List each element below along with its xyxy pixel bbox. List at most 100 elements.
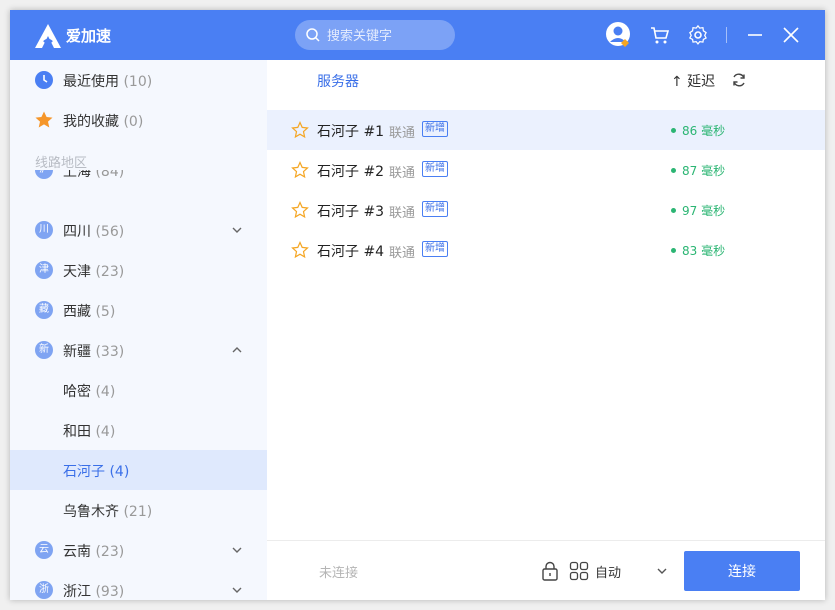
title-bar: 爱加速 <box>10 10 825 60</box>
mode-grid-icon[interactable] <box>569 561 589 581</box>
sidebar-item-label: 我的收藏 <box>63 114 119 130</box>
server-name: 石河子 #2 <box>317 164 385 180</box>
region-badge-icon: 新 <box>35 341 53 359</box>
server-isp: 联通 <box>389 166 416 181</box>
status-dot-icon <box>671 248 676 253</box>
sidebar-subitem-hetian[interactable]: 和田 (4) <box>10 410 267 450</box>
connection-status: 未连接 <box>319 566 359 581</box>
sidebar-item-label: 西藏 <box>63 304 91 320</box>
sidebar-item-label: 最近使用 <box>63 74 119 90</box>
status-dot-icon <box>671 168 676 173</box>
server-latency: 87 毫秒 <box>682 164 726 178</box>
sidebar-item-count: (33) <box>95 344 125 360</box>
gear-icon[interactable] <box>686 23 710 47</box>
chevron-down-icon[interactable] <box>232 225 242 235</box>
chevron-down-icon[interactable] <box>657 566 667 576</box>
chevron-down-icon[interactable] <box>232 545 242 555</box>
chevron-down-icon[interactable] <box>232 585 242 595</box>
region-badge-icon: 藏 <box>35 301 53 319</box>
sidebar: 最近使用 (10) 我的收藏 (0) 线路地区 沪 上海 (84) 川 四川 (… <box>10 60 267 600</box>
sidebar-subitem-urumqi[interactable]: 乌鲁木齐 (21) <box>10 490 267 530</box>
sidebar-item-label: 石河子 <box>63 464 105 480</box>
sort-latency-button[interactable]: ↑ 延迟 <box>671 71 715 91</box>
column-header-server: 服务器 <box>317 74 359 90</box>
sidebar-item-label: 云南 <box>63 544 91 560</box>
sidebar-item-count: (84) <box>95 170 125 180</box>
sidebar-item-label: 新疆 <box>63 344 91 360</box>
region-badge-icon: 津 <box>35 261 53 279</box>
favorite-star-icon[interactable] <box>291 161 309 179</box>
sidebar-item-count: (4) <box>95 424 116 440</box>
sidebar-item-shanghai[interactable]: 沪 上海 (84) <box>10 170 267 190</box>
server-name: 石河子 #3 <box>317 204 385 220</box>
titlebar-divider <box>726 27 727 43</box>
sidebar-item-count: (23) <box>95 264 125 280</box>
sidebar-item-favorites[interactable]: 我的收藏 (0) <box>10 100 267 140</box>
new-badge: 新增 <box>422 241 448 257</box>
sidebar-item-label: 乌鲁木齐 <box>63 504 119 520</box>
sidebar-item-label: 上海 <box>63 170 91 180</box>
star-filled-icon <box>35 111 53 128</box>
favorite-star-icon[interactable] <box>291 241 309 259</box>
sidebar-item-label: 和田 <box>63 424 91 440</box>
sidebar-item-count: (4) <box>109 464 130 480</box>
server-row[interactable]: 石河子 #3 联通 新增 97 毫秒 <box>267 190 825 230</box>
sidebar-item-count: (21) <box>123 504 153 520</box>
favorite-star-icon[interactable] <box>291 201 309 219</box>
sidebar-item-count: (4) <box>95 384 116 400</box>
sidebar-subitem-shihezi[interactable]: 石河子 (4) <box>10 450 267 490</box>
sidebar-item-label: 浙江 <box>63 584 91 600</box>
region-badge-icon: 沪 <box>35 170 53 179</box>
connect-button[interactable]: 连接 <box>684 551 800 591</box>
lock-icon[interactable] <box>541 561 559 581</box>
region-badge-icon: 川 <box>35 221 53 239</box>
favorite-star-icon[interactable] <box>291 121 309 139</box>
sidebar-item-recent[interactable]: 最近使用 (10) <box>10 60 267 100</box>
server-latency: 83 毫秒 <box>682 244 726 258</box>
sidebar-item-count: (0) <box>123 114 144 130</box>
app-window: 爱加速 搜索关键字 最近使用 (10) 我的收藏 (0) 线路地区 上海 (84… <box>10 10 825 600</box>
chevron-up-icon[interactable] <box>232 345 242 355</box>
search-input[interactable] <box>325 25 449 47</box>
sidebar-item-sichuan[interactable]: 川 四川 (56) <box>10 210 267 250</box>
sidebar-item-count: (23) <box>95 544 125 560</box>
region-badge-icon: 浙 <box>35 581 53 599</box>
search-icon <box>306 28 320 42</box>
app-logo-icon <box>35 24 61 48</box>
status-dot-icon <box>671 128 676 133</box>
sidebar-item-count: (93) <box>95 584 125 600</box>
refresh-icon[interactable] <box>731 72 747 88</box>
sidebar-item-label: 天津 <box>63 264 91 280</box>
server-latency: 86 毫秒 <box>682 124 726 138</box>
cart-icon[interactable] <box>648 23 672 47</box>
sidebar-item-zhejiang[interactable]: 浙 浙江 (93) <box>10 570 267 600</box>
sidebar-item-tianjin[interactable]: 津 天津 (23) <box>10 250 267 290</box>
server-isp: 联通 <box>389 206 416 221</box>
sidebar-subitem-hami[interactable]: 哈密 (4) <box>10 370 267 410</box>
sidebar-item-count: (10) <box>123 74 153 90</box>
sidebar-item-count: (5) <box>95 304 116 320</box>
user-avatar-icon[interactable] <box>606 22 632 48</box>
sidebar-item-xizang[interactable]: 藏 西藏 (5) <box>10 290 267 330</box>
server-row[interactable]: 石河子 #2 联通 新增 87 毫秒 <box>267 150 825 190</box>
clock-icon <box>35 71 53 89</box>
close-icon[interactable] <box>779 23 803 47</box>
server-name: 石河子 #4 <box>317 244 385 260</box>
server-row[interactable]: 石河子 #4 联通 新增 83 毫秒 <box>267 230 825 270</box>
sidebar-item-xinjiang[interactable]: 新 新疆 (33) <box>10 330 267 370</box>
region-badge-icon: 云 <box>35 541 53 559</box>
app-name: 爱加速 <box>66 27 112 45</box>
new-badge: 新增 <box>422 201 448 217</box>
mode-select-value[interactable]: 自动 <box>595 562 621 581</box>
sidebar-item-label: 哈密 <box>63 384 91 400</box>
minimize-icon[interactable] <box>743 23 767 47</box>
new-badge: 新增 <box>422 121 448 137</box>
section-label-regions: 线路地区 <box>35 156 88 171</box>
new-badge: 新增 <box>422 161 448 177</box>
server-name: 石河子 #1 <box>317 124 385 140</box>
server-isp: 联通 <box>389 126 416 141</box>
server-list-panel: 服务器 ↑ 延迟 石河子 #1 联通 新增 86 毫秒 石河子 #2 联通 新增… <box>267 60 825 600</box>
sidebar-item-yunnan[interactable]: 云 云南 (23) <box>10 530 267 570</box>
search-box[interactable] <box>295 20 455 50</box>
server-row[interactable]: 石河子 #1 联通 新增 86 毫秒 <box>267 110 825 150</box>
